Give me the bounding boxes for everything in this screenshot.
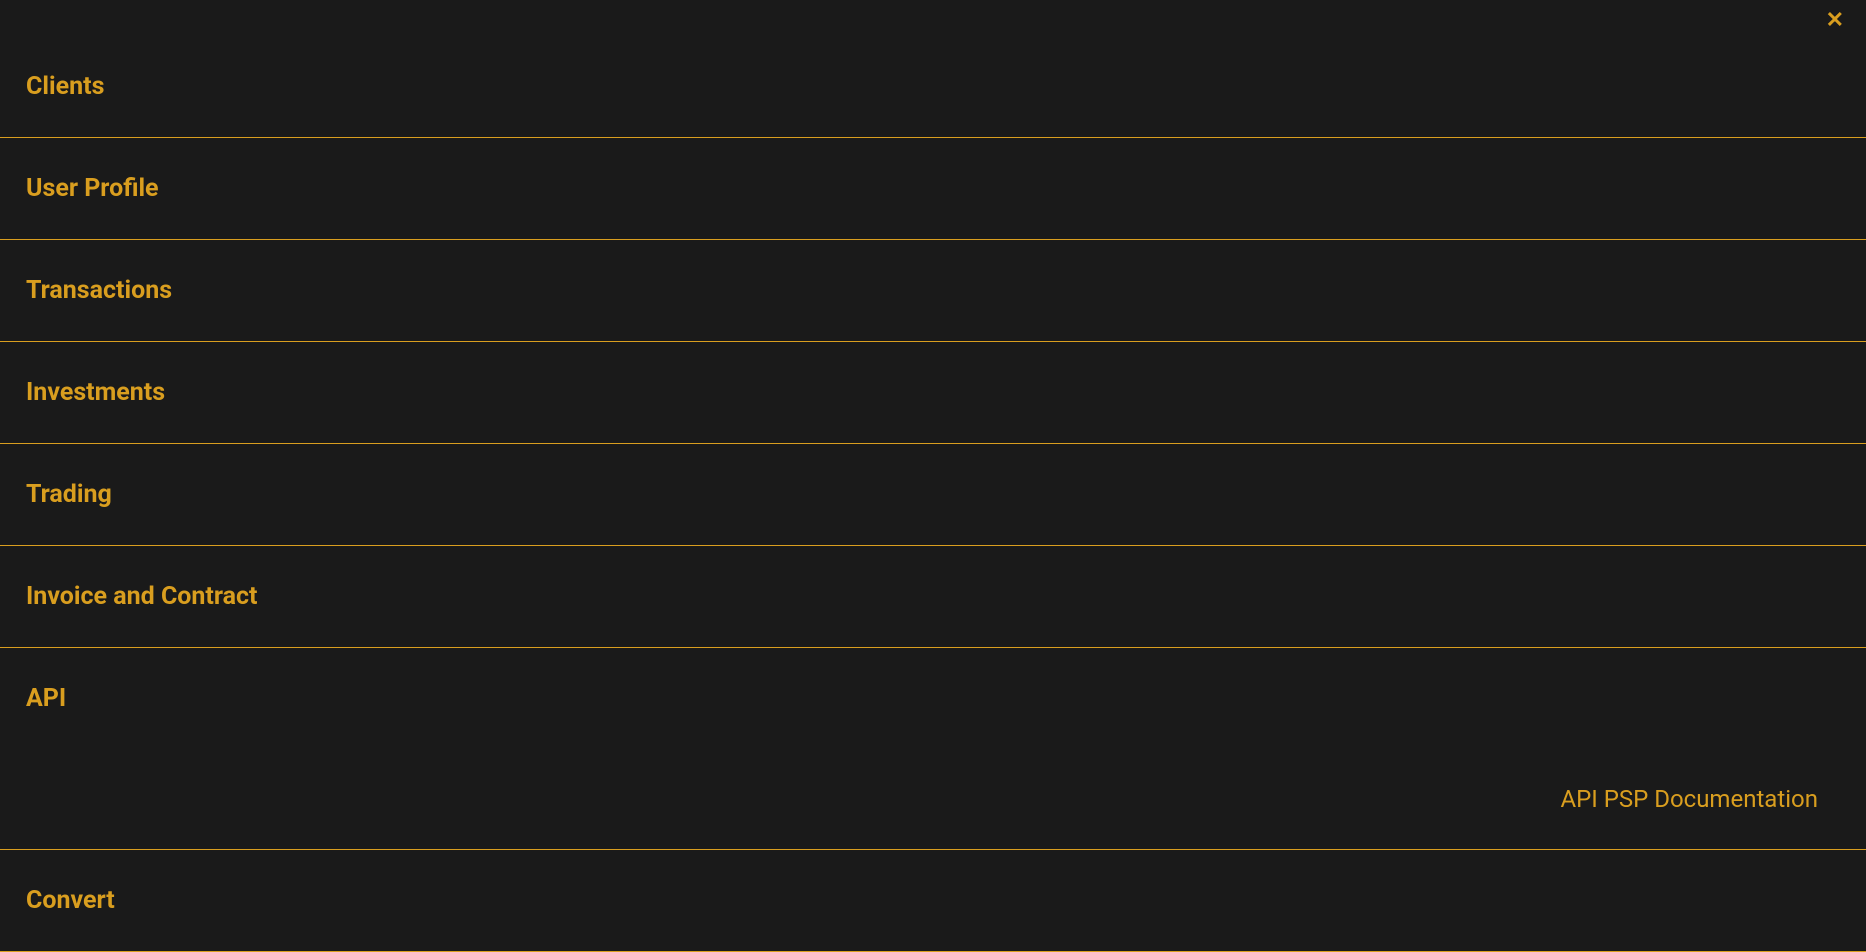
- menu-item-invoice-contract[interactable]: Invoice and Contract: [0, 546, 1866, 648]
- menu-item-transactions[interactable]: Transactions: [0, 240, 1866, 342]
- menu-item-investments[interactable]: Investments: [0, 342, 1866, 444]
- menu-item-convert[interactable]: Convert: [0, 850, 1866, 952]
- menu-item-label: API: [26, 684, 66, 713]
- menu-item-label: Trading: [26, 480, 112, 509]
- menu-item-trading[interactable]: Trading: [0, 444, 1866, 546]
- navigation-menu: Clients User Profile Transactions Invest…: [0, 0, 1866, 952]
- close-icon[interactable]: ✕: [1826, 10, 1844, 32]
- menu-item-label: Invoice and Contract: [26, 582, 258, 611]
- menu-item-label: Transactions: [26, 276, 172, 305]
- sub-item-api-psp-documentation[interactable]: API PSP Documentation: [0, 749, 1866, 850]
- menu-item-user-profile[interactable]: User Profile: [0, 138, 1866, 240]
- sub-item-label: API PSP Documentation: [1560, 785, 1818, 813]
- menu-item-label: Investments: [26, 378, 165, 407]
- menu-item-label: Clients: [26, 72, 104, 101]
- menu-item-label: Convert: [26, 886, 115, 915]
- menu-item-clients[interactable]: Clients: [0, 52, 1866, 138]
- menu-item-api[interactable]: API: [0, 648, 1866, 749]
- menu-item-label: User Profile: [26, 174, 159, 203]
